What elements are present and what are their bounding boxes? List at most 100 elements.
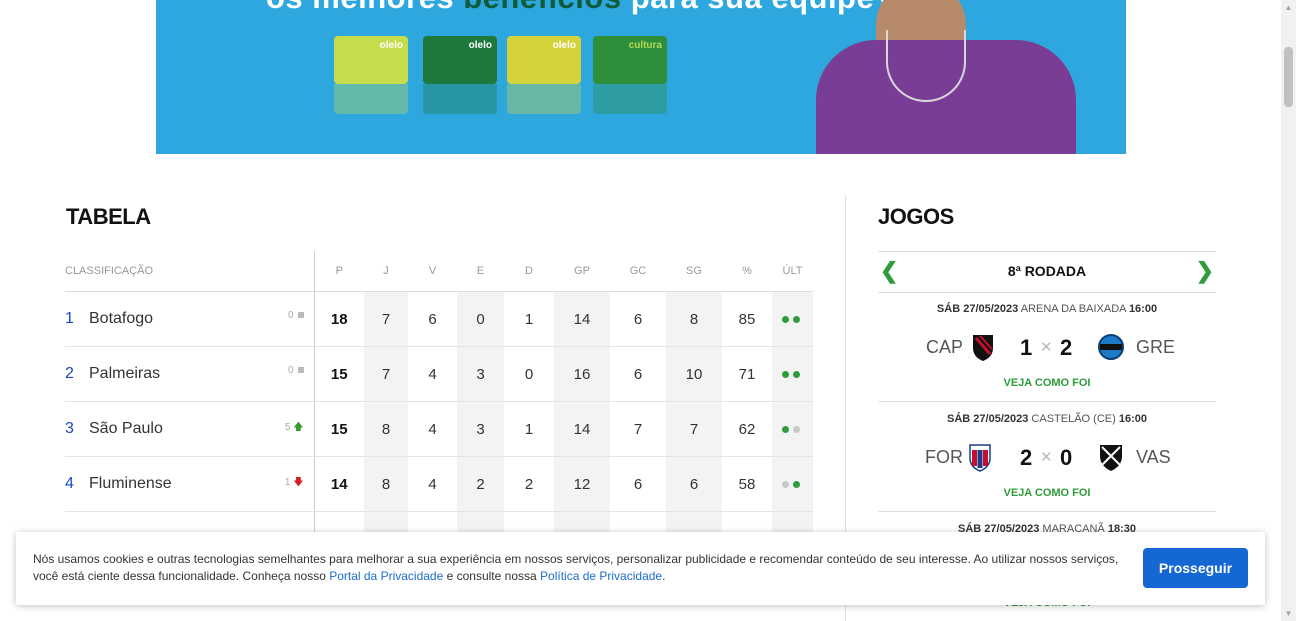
table-row[interactable]: 4 Fluminense 1 🡇 14 8 4 2 2 12 6 6 58 bbox=[65, 456, 813, 512]
losses: 1 bbox=[504, 291, 554, 347]
wins: 4 bbox=[408, 401, 457, 457]
col-sg: SG bbox=[666, 251, 722, 292]
card-reflection bbox=[593, 84, 667, 114]
points: 15 bbox=[314, 346, 364, 402]
team-crest-icon bbox=[1100, 445, 1122, 471]
result-dot bbox=[792, 371, 800, 379]
benefit-card-2: olelo bbox=[423, 36, 497, 84]
team-name[interactable]: São Paulo bbox=[89, 420, 163, 437]
chevron-right-icon[interactable]: ❯ bbox=[1196, 258, 1214, 284]
percentage: 58 bbox=[722, 456, 772, 512]
percentage: 71 bbox=[722, 346, 772, 402]
points: 15 bbox=[314, 401, 364, 457]
wins: 6 bbox=[408, 291, 457, 347]
ad-banner[interactable]: os melhores benefícios para sua equipe? … bbox=[156, 0, 1126, 154]
unchanged-icon bbox=[297, 312, 304, 319]
result-dot bbox=[781, 481, 789, 489]
home-score: 1 bbox=[1020, 335, 1033, 360]
goals-for: 16 bbox=[554, 346, 610, 402]
standings-table: CLASSIFICAÇÃO P J V E D GP GC SG % ÚLT 1… bbox=[65, 251, 813, 567]
position-variation: 0 bbox=[288, 310, 304, 321]
draws: 2 bbox=[457, 456, 504, 512]
percentage: 62 bbox=[722, 401, 772, 457]
result-dot bbox=[792, 316, 800, 324]
losses: 1 bbox=[504, 401, 554, 457]
team-cell[interactable]: 2 Palmeiras 0 bbox=[65, 346, 315, 402]
team-cell[interactable]: 3 São Paulo 5 🡅 bbox=[65, 401, 315, 457]
team-name[interactable]: Palmeiras bbox=[89, 365, 160, 382]
goal-difference: 6 bbox=[666, 456, 722, 512]
result-dot bbox=[792, 426, 800, 434]
cookie-consent-banner: Nós usamos cookies e outras tecnologias … bbox=[16, 532, 1265, 605]
games: 7 bbox=[364, 291, 408, 347]
points: 14 bbox=[314, 456, 364, 512]
position: 2 bbox=[65, 365, 74, 382]
goal-difference: 10 bbox=[666, 346, 722, 402]
home-team-abbr: CAP bbox=[926, 337, 964, 357]
table-row[interactable]: 1 Botafogo 0 18 7 6 0 1 14 6 8 85 bbox=[65, 291, 813, 347]
points: 18 bbox=[314, 291, 364, 347]
goals-against: 6 bbox=[610, 291, 666, 347]
table-row[interactable]: 2 Palmeiras 0 15 7 4 3 0 16 6 10 71 bbox=[65, 346, 813, 402]
result-dot bbox=[781, 316, 789, 324]
position: 4 bbox=[65, 475, 74, 492]
team-crest-icon bbox=[1098, 334, 1124, 360]
cookie-message: Nós usamos cookies e outras tecnologias … bbox=[33, 552, 1119, 583]
home-team-abbr: FOR bbox=[925, 447, 963, 467]
goals-against: 6 bbox=[610, 456, 666, 512]
position-variation: 0 bbox=[288, 365, 304, 376]
col-v: V bbox=[408, 251, 457, 292]
wins: 4 bbox=[408, 346, 457, 402]
losses: 2 bbox=[504, 456, 554, 512]
table-row[interactable]: 3 São Paulo 5 🡅 15 8 4 3 1 14 7 7 62 bbox=[65, 401, 813, 457]
round-navigator: ❮ 8ª RODADA ❯ bbox=[878, 251, 1216, 293]
team-name[interactable]: Botafogo bbox=[89, 310, 153, 327]
result-dot bbox=[781, 371, 789, 379]
vertical-scrollbar[interactable]: ▲ ▼ bbox=[1281, 0, 1296, 621]
card-reflection bbox=[507, 84, 581, 114]
away-score: 0 bbox=[1060, 445, 1073, 470]
goal-difference: 7 bbox=[666, 401, 722, 457]
losses: 0 bbox=[504, 346, 554, 402]
team-cell[interactable]: 1 Botafogo 0 bbox=[65, 291, 315, 347]
card-reflection bbox=[423, 84, 497, 114]
scroll-down-arrow-icon[interactable]: ▼ bbox=[1281, 606, 1296, 621]
matches-title: JOGOS bbox=[878, 204, 954, 229]
privacy-policy-link[interactable]: Política de Privacidade bbox=[540, 569, 662, 583]
arrow-down-icon: 🡇 bbox=[293, 477, 304, 488]
versus-icon: ✕ bbox=[1040, 449, 1053, 466]
goal-difference: 8 bbox=[666, 291, 722, 347]
result-dot bbox=[792, 481, 800, 489]
benefit-card-4: cultura bbox=[593, 36, 667, 84]
col-gc: GC bbox=[610, 251, 666, 292]
team-crest-icon bbox=[969, 444, 991, 472]
standings-header-row: CLASSIFICAÇÃO P J V E D GP GC SG % ÚLT bbox=[65, 251, 813, 292]
proceed-button[interactable]: Prosseguir bbox=[1143, 548, 1248, 588]
scroll-up-arrow-icon[interactable]: ▲ bbox=[1281, 0, 1296, 15]
match-card[interactable]: SÁB 27/05/2023 CASTELÃO (CE) 16:00 FOR 2… bbox=[878, 402, 1216, 512]
team-name[interactable]: Fluminense bbox=[89, 475, 172, 492]
home-score: 2 bbox=[1020, 445, 1033, 470]
draws: 0 bbox=[457, 291, 504, 347]
team-crest-icon bbox=[973, 335, 993, 361]
draws: 3 bbox=[457, 401, 504, 457]
percentage: 85 bbox=[722, 291, 772, 347]
standings-title: TABELA bbox=[66, 204, 151, 229]
team-cell[interactable]: 4 Fluminense 1 🡇 bbox=[65, 456, 315, 512]
benefit-card-3: olelo bbox=[507, 36, 581, 84]
last-results bbox=[772, 291, 813, 347]
versus-icon: ✕ bbox=[1040, 339, 1053, 356]
privacy-portal-link[interactable]: Portal da Privacidade bbox=[329, 569, 443, 583]
veja-como-foi-link[interactable]: VEJA COMO FOI bbox=[878, 487, 1216, 499]
card-reflection bbox=[334, 84, 408, 114]
match-card[interactable]: SÁB 27/05/2023 ARENA DA BAIXADA 16:00 CA… bbox=[878, 292, 1216, 402]
col-d: D bbox=[504, 251, 554, 292]
arrow-up-icon: 🡅 bbox=[293, 422, 304, 433]
veja-como-foi-link[interactable]: VEJA COMO FOI bbox=[878, 377, 1216, 389]
banner-headline: os melhores benefícios para sua equipe? bbox=[266, 0, 894, 16]
last-results bbox=[772, 346, 813, 402]
goals-for: 12 bbox=[554, 456, 610, 512]
unchanged-icon bbox=[297, 367, 304, 374]
scrollbar-thumb[interactable] bbox=[1284, 47, 1293, 107]
col-p: P bbox=[314, 251, 364, 292]
